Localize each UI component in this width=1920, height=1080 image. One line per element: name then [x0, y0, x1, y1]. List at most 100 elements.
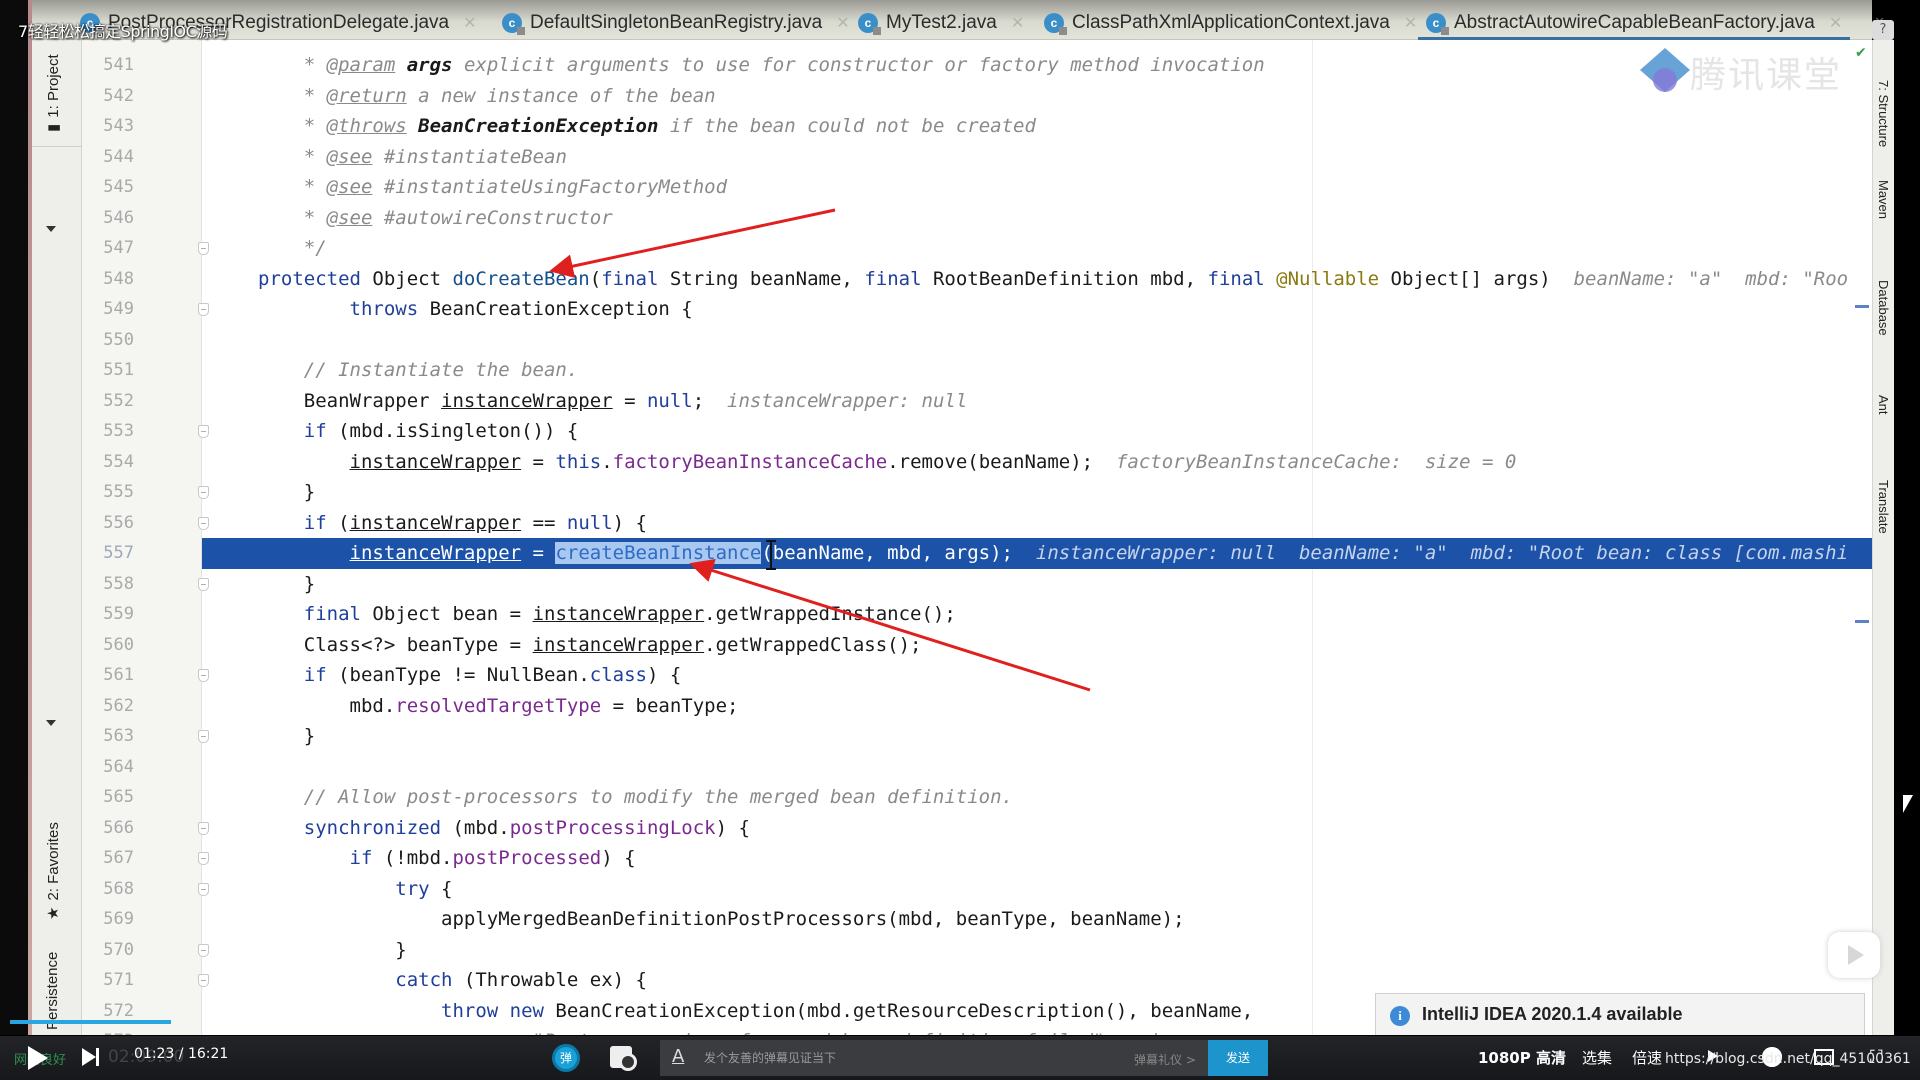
tool-window-structure[interactable]: 7: Structure — [1876, 80, 1891, 147]
code-line[interactable]: 547 */ — [82, 233, 1872, 264]
tool-window-project[interactable]: ▮ 1: Project — [44, 54, 63, 132]
line-number[interactable]: 552 — [82, 386, 134, 417]
line-number[interactable]: 570 — [82, 935, 134, 966]
next-icon[interactable] — [82, 1048, 99, 1066]
close-tab-icon[interactable]: ✕ — [1404, 13, 1417, 33]
code-editor[interactable]: 541 * @param args explicit arguments to … — [82, 40, 1872, 1035]
code-line[interactable]: 551 // Instantiate the bean. — [82, 355, 1872, 386]
code-line[interactable]: 567 if (!mbd.postProcessed) { — [82, 843, 1872, 874]
close-tab-icon[interactable]: ✕ — [836, 13, 849, 33]
code-line[interactable]: 571 catch (Throwable ex) { — [82, 965, 1872, 996]
line-number[interactable]: 556 — [82, 508, 134, 539]
line-number[interactable]: 545 — [82, 172, 134, 203]
line-number[interactable]: 550 — [82, 325, 134, 356]
fold-marker-icon[interactable] — [198, 882, 209, 896]
tool-window-persistence[interactable]: Persistence — [44, 952, 61, 1030]
code-line[interactable]: 555 } — [82, 477, 1872, 508]
line-number[interactable]: 566 — [82, 813, 134, 844]
line-number[interactable]: 558 — [82, 569, 134, 600]
fold-marker-icon[interactable] — [198, 669, 209, 682]
code-line[interactable]: 543 * @throws BeanCreationException if t… — [82, 111, 1872, 142]
code-line[interactable]: 554 instanceWrapper = this.factoryBeanIn… — [82, 447, 1872, 478]
line-number[interactable]: 555 — [82, 477, 134, 508]
code-line[interactable]: 546 * @see #autowireConstructor — [82, 203, 1872, 234]
fold-marker-icon[interactable] — [198, 852, 209, 865]
playback-speed-button[interactable]: 倍速 — [1632, 1047, 1662, 1068]
code-line[interactable]: 563 } — [82, 721, 1872, 752]
line-number[interactable]: 554 — [82, 447, 134, 478]
close-tab-icon[interactable]: ✕ — [463, 13, 476, 33]
fold-marker-icon[interactable] — [198, 577, 209, 591]
code-line[interactable]: 568 try { — [82, 874, 1872, 905]
tab-defaultsingletonbeanregistry[interactable]: c DefaultSingletonBeanRegistry.java ✕ — [502, 8, 850, 38]
line-number[interactable]: 549 — [82, 294, 134, 325]
line-number[interactable]: 573 — [82, 1026, 134, 1035]
code-line[interactable]: 544 * @see #instantiateBean — [82, 142, 1872, 173]
code-line[interactable]: 556 if (instanceWrapper == null) { — [82, 508, 1872, 539]
line-number[interactable]: 548 — [82, 264, 134, 295]
line-number[interactable]: 553 — [82, 416, 134, 447]
line-number[interactable]: 568 — [82, 874, 134, 905]
send-danmu-button[interactable]: 发送 — [1208, 1040, 1268, 1076]
code-line[interactable]: 564 — [82, 752, 1872, 783]
code-line[interactable]: 569 applyMergedBeanDefinitionPostProcess… — [82, 904, 1872, 935]
tool-window-maven[interactable]: Maven — [1876, 180, 1891, 219]
line-number[interactable]: 563 — [82, 721, 134, 752]
line-number[interactable]: 564 — [82, 752, 134, 783]
splitter-handle[interactable] — [46, 720, 56, 726]
line-number[interactable]: 547 — [82, 233, 134, 264]
code-line[interactable]: 553 if (mbd.isSingleton()) { — [82, 416, 1872, 447]
scroll-marker[interactable] — [1855, 305, 1869, 308]
danmu-input[interactable] — [698, 1040, 1078, 1076]
line-number[interactable]: 560 — [82, 630, 134, 661]
line-number[interactable]: 544 — [82, 142, 134, 173]
update-notification[interactable]: i IntelliJ IDEA 2020.1.4 available — [1375, 993, 1865, 1035]
code-line[interactable]: 550 — [82, 325, 1872, 356]
tool-window-database[interactable]: Database — [1876, 280, 1891, 336]
code-line-current[interactable]: 557 instanceWrapper = createBeanInstance… — [82, 538, 1872, 569]
code-line[interactable]: 565 // Allow post-processors to modify t… — [82, 782, 1872, 813]
video-progress-bar[interactable] — [10, 1020, 1900, 1024]
code-line[interactable]: 566 synchronized (mbd.postProcessingLock… — [82, 813, 1872, 844]
code-line[interactable]: 562 mbd.resolvedTargetType = beanType; — [82, 691, 1872, 722]
fold-marker-icon[interactable] — [198, 303, 209, 316]
fold-marker-icon[interactable] — [198, 974, 209, 987]
tool-window-translate[interactable]: Translate — [1876, 480, 1891, 534]
code-line[interactable]: 542 * @return a new instance of the bean — [82, 81, 1872, 112]
tab-mytest2[interactable]: c MyTest2.java ✕ — [858, 8, 1024, 38]
tool-window-favorites[interactable]: ★ 2: Favorites — [44, 822, 63, 920]
danmu-toggle[interactable]: 弹 — [552, 1044, 580, 1072]
danmu-settings-icon[interactable] — [610, 1046, 637, 1071]
close-tab-icon[interactable]: ✕ — [1829, 13, 1842, 33]
line-number[interactable]: 561 — [82, 660, 134, 691]
code-line[interactable]: 559 final Object bean = instanceWrapper.… — [82, 599, 1872, 630]
line-number[interactable]: 541 — [82, 50, 134, 81]
font-style-icon[interactable]: A — [672, 1046, 684, 1067]
code-line[interactable]: 549 throws BeanCreationException { — [82, 294, 1872, 325]
line-number[interactable]: 569 — [82, 904, 134, 935]
fold-marker-icon[interactable] — [198, 821, 209, 835]
episodes-button[interactable]: 选集 — [1582, 1047, 1612, 1068]
line-number[interactable]: 559 — [82, 599, 134, 630]
tool-window-ant[interactable]: Ant — [1876, 395, 1891, 415]
scroll-marker[interactable] — [1855, 620, 1869, 623]
mini-player-icon[interactable] — [1828, 932, 1880, 978]
line-number[interactable]: 542 — [82, 81, 134, 112]
fold-marker-icon[interactable] — [198, 730, 209, 743]
code-line[interactable]: 552 BeanWrapper instanceWrapper = null; … — [82, 386, 1872, 417]
line-number[interactable]: 571 — [82, 965, 134, 996]
fold-marker-icon[interactable] — [198, 486, 209, 499]
line-number[interactable]: 551 — [82, 355, 134, 386]
line-number[interactable]: 562 — [82, 691, 134, 722]
code-line[interactable]: 561 if (beanType != NullBean.class) { — [82, 660, 1872, 691]
fold-marker-icon[interactable] — [198, 943, 209, 957]
tab-classpathxmlapplicationcontext[interactable]: c ClassPathXmlApplicationContext.java ✕ — [1044, 8, 1417, 38]
code-line[interactable]: 541 * @param args explicit arguments to … — [82, 50, 1872, 81]
help-icon[interactable]: ? — [1872, 20, 1894, 40]
code-line[interactable]: 545 * @see #instantiateUsingFactoryMetho… — [82, 172, 1872, 203]
fold-marker-icon[interactable] — [198, 516, 209, 530]
fold-marker-icon[interactable] — [198, 425, 209, 438]
tab-abstractautowirecapablebeanfactory[interactable]: c AbstractAutowireCapableBeanFactory.jav… — [1417, 8, 1851, 42]
line-number[interactable]: 565 — [82, 782, 134, 813]
danmu-etiquette-link[interactable]: 弹幕礼仪 > — [1134, 1051, 1196, 1068]
